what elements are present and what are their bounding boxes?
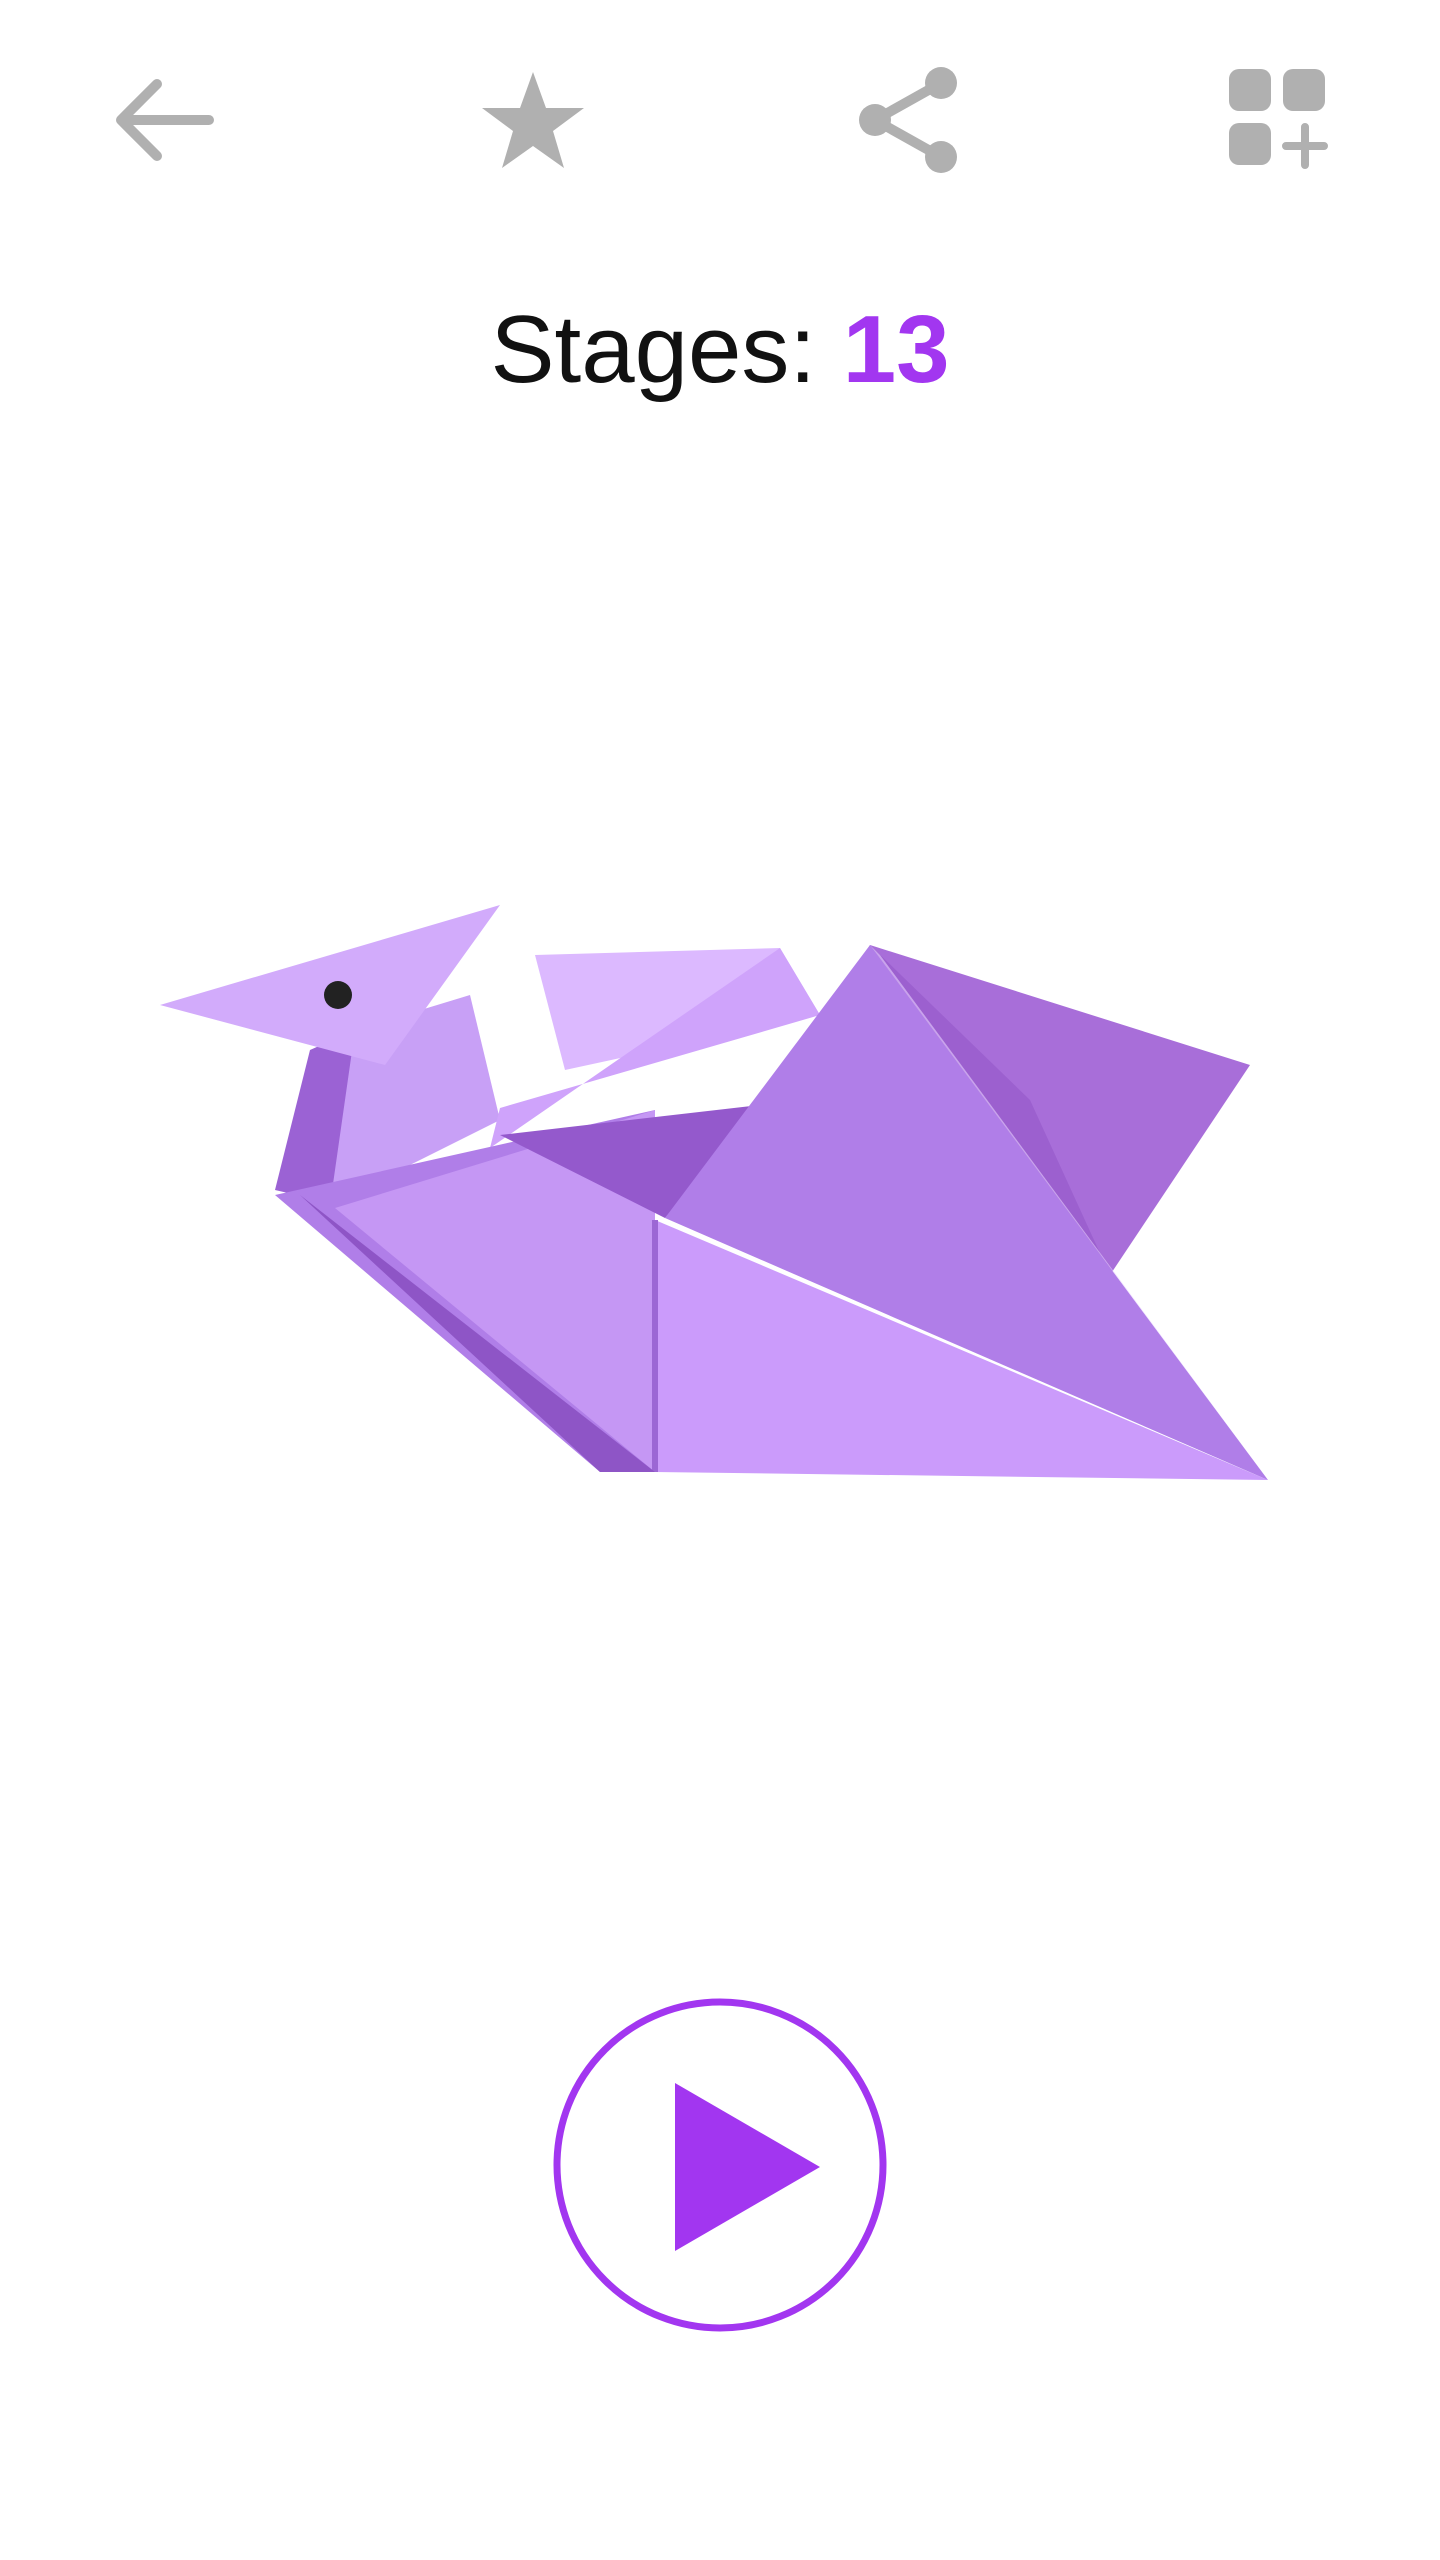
back-button[interactable] [94,50,234,190]
add-to-collection-button[interactable] [1210,50,1350,190]
top-toolbar [0,0,1440,240]
stages-label: Stages: [490,296,817,403]
arrow-back-icon [116,79,214,161]
stages-indicator: Stages: 13 [0,290,1440,410]
stages-count: 13 [842,296,950,403]
origami-swan-icon [160,905,1268,1480]
share-icon [859,67,957,173]
star-icon [482,72,584,168]
favorite-button[interactable] [463,50,603,190]
add-to-collection-icon [1229,69,1328,169]
share-button[interactable] [840,50,980,190]
play-button[interactable] [550,1995,890,2335]
